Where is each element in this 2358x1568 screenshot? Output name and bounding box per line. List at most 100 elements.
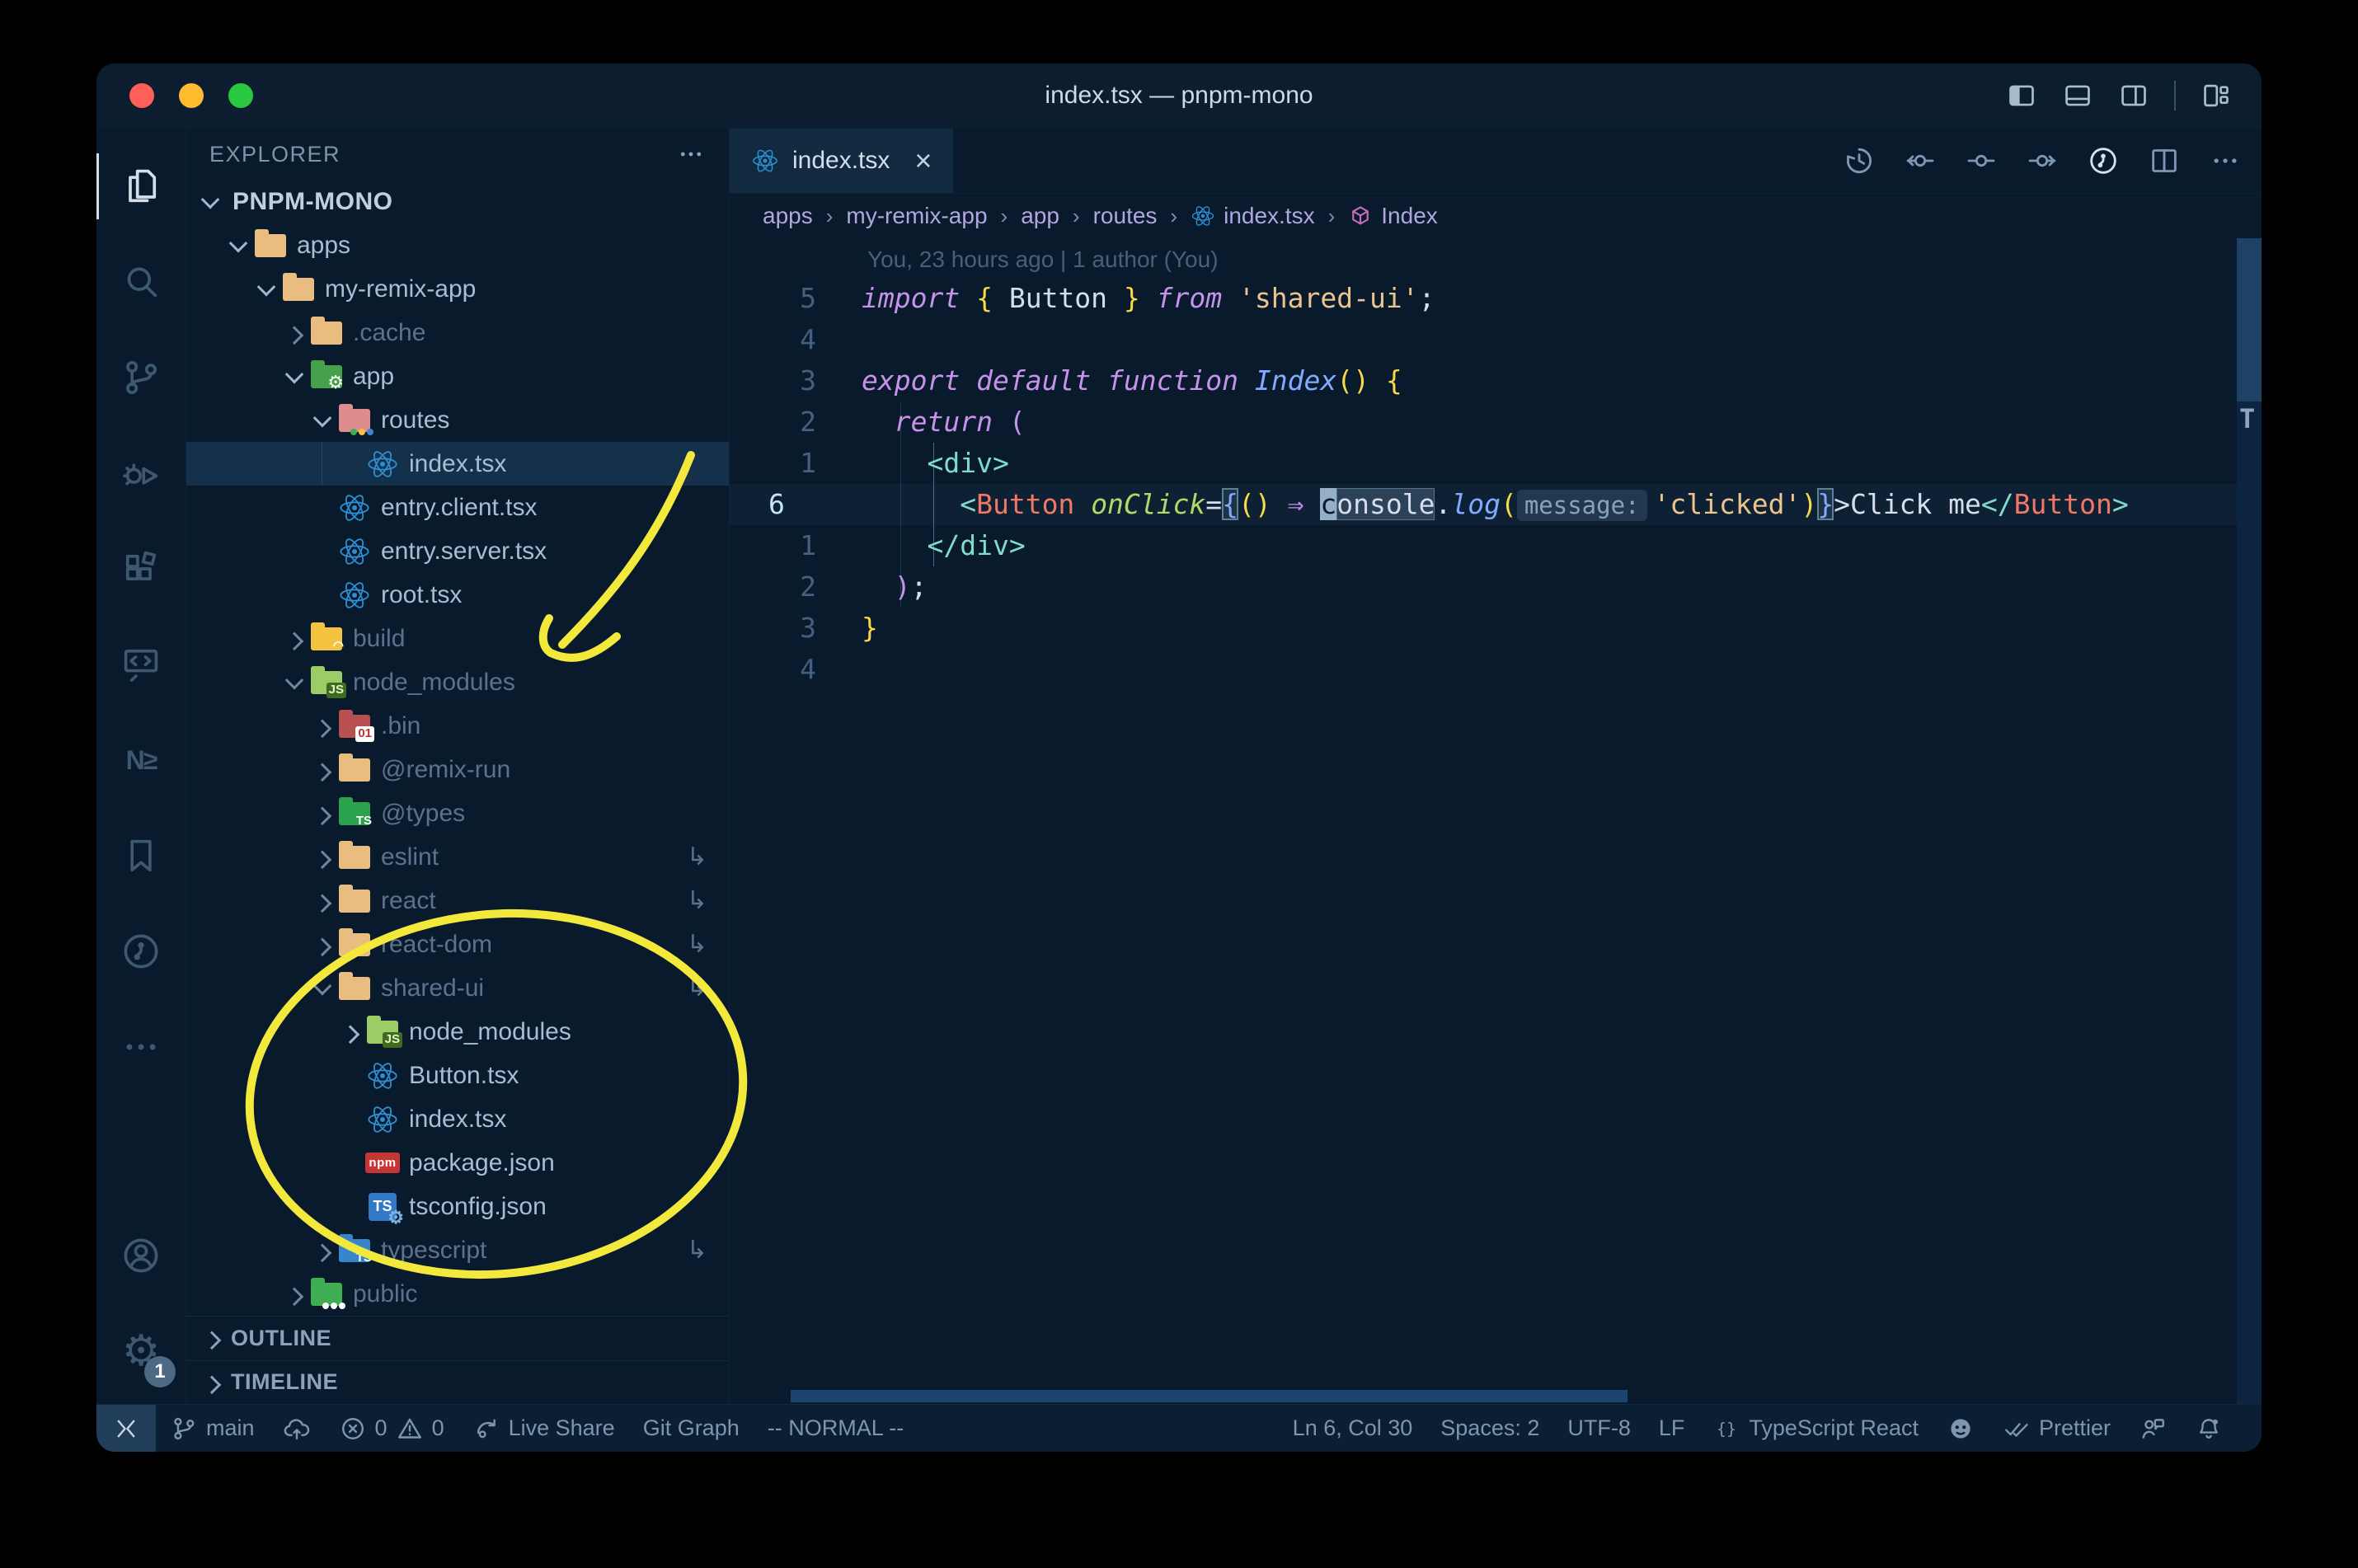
split-editor-icon[interactable] [2148, 144, 2181, 177]
more-actions-icon[interactable] [2209, 144, 2242, 177]
tree-row-routes[interactable]: routes [186, 398, 729, 442]
vertical-scrollbar[interactable]: T [2237, 238, 2262, 1404]
code-editor[interactable]: You, 23 hours ago | 1 author (You) 5 impor… [730, 238, 2262, 1404]
open-changes-next-icon[interactable] [2026, 144, 2059, 177]
close-window-button[interactable] [129, 83, 154, 108]
react-file-icon [338, 579, 371, 612]
breadcrumb-item-apps[interactable]: apps [763, 203, 813, 229]
tree-row--remix-run[interactable]: @remix-run [186, 748, 729, 791]
explorer-icon [120, 165, 162, 208]
outline-section[interactable]: OUTLINE [186, 1316, 729, 1360]
open-changes-icon[interactable] [1965, 144, 1998, 177]
status-indentation[interactable]: Spaces: 2 [1426, 1405, 1553, 1452]
explorer-more-actions-icon[interactable] [676, 139, 706, 169]
activity-accounts[interactable] [96, 1208, 186, 1303]
tree-row--bin[interactable]: 01 .bin [186, 704, 729, 748]
bell-icon [2195, 1415, 2223, 1443]
code-text: import { Button } from 'shared-ui'; [862, 278, 1435, 319]
tree-row--types[interactable]: TS @types [186, 791, 729, 835]
breadcrumb-item-routes[interactable]: routes [1093, 203, 1158, 229]
tree-row-index-tsx[interactable]: index.tsx [186, 442, 729, 486]
status-remote-indicator[interactable] [96, 1405, 156, 1452]
status-problems[interactable]: 00 [325, 1405, 458, 1452]
activity-explorer[interactable] [96, 138, 186, 234]
tree-row-public[interactable]: public [186, 1272, 729, 1316]
status-git-branch[interactable]: main [156, 1405, 269, 1452]
timeline-section[interactable]: TIMELINE [186, 1359, 729, 1405]
tree-row-index-tsx[interactable]: index.tsx [186, 1097, 729, 1141]
folder-icon-nmopen: JS [311, 665, 346, 698]
status-feedback[interactable] [2125, 1405, 2181, 1452]
minimize-window-button[interactable] [179, 83, 204, 108]
toggle-panel-icon[interactable] [2062, 80, 2093, 111]
gitlens-graph-icon[interactable] [2087, 144, 2120, 177]
file-history-icon[interactable] [1843, 144, 1876, 177]
tree-row-node-modules[interactable]: JS node_modules [186, 660, 729, 704]
activity-additional-views[interactable] [96, 999, 186, 1095]
activity-search[interactable] [96, 234, 186, 330]
activity-settings[interactable]: ⚙ 1 [96, 1303, 186, 1399]
breadcrumb-item-app[interactable]: app [1021, 203, 1059, 229]
activity-extensions[interactable] [96, 521, 186, 617]
status-end-of-line[interactable]: LF [1645, 1405, 1699, 1452]
tree-row-pnpm-mono[interactable]: PNPM-MONO [186, 180, 729, 223]
tree-row-react-dom[interactable]: react-dom ↳ [186, 922, 729, 966]
tree-row-eslint[interactable]: eslint ↳ [186, 835, 729, 879]
status-encoding[interactable]: UTF-8 [1553, 1405, 1645, 1452]
activity-nx-console[interactable]: N≥ [96, 712, 186, 808]
activity-remote-explorer[interactable] [96, 617, 186, 712]
tree-row-build[interactable]: ◠ build [186, 617, 729, 660]
breadcrumb-separator: › [1072, 203, 1080, 228]
status-git-graph[interactable]: Git Graph [629, 1405, 754, 1452]
tree-row--cache[interactable]: .cache [186, 311, 729, 354]
tree-row-entry-client-tsx[interactable]: entry.client.tsx [186, 486, 729, 529]
close-tab-icon[interactable]: × [903, 143, 932, 178]
tree-row-typescript[interactable]: TS typescript ↳ [186, 1228, 729, 1272]
status-github[interactable] [1933, 1405, 1989, 1452]
breadcrumb-item-my-remix-app[interactable]: my-remix-app [846, 203, 987, 229]
breadcrumb-separator: › [1000, 203, 1008, 228]
activity-gitlens[interactable] [96, 904, 186, 999]
customize-layout-icon[interactable] [2201, 80, 2232, 111]
tree-row-tsconfig-json[interactable]: TS ⚙ tsconfig.json [186, 1185, 729, 1228]
chevron-down-icon [280, 364, 308, 383]
tree-row-root-tsx[interactable]: root.tsx [186, 573, 729, 617]
tree-row-package-json[interactable]: npm package.json [186, 1141, 729, 1185]
tree-row-shared-ui[interactable]: shared-ui ↳ [186, 966, 729, 1010]
horizontal-scrollbar-slider[interactable] [791, 1390, 1628, 1402]
tree-item-label: Button.tsx [409, 1061, 519, 1089]
tree-row-apps[interactable]: apps [186, 223, 729, 267]
status-vim-mode[interactable]: -- NORMAL -- [754, 1405, 918, 1452]
activity-source-control[interactable] [96, 330, 186, 425]
status-prettier[interactable]: Prettier [1989, 1405, 2125, 1452]
code-token: { [976, 282, 993, 314]
tree-row-app[interactable]: ⚙ app [186, 354, 729, 398]
tree-row-my-remix-app[interactable]: my-remix-app [186, 267, 729, 311]
status-publish-changes[interactable] [269, 1405, 325, 1452]
tree-row-node-modules[interactable]: JS node_modules [186, 1010, 729, 1054]
code-text: </div> [862, 525, 1025, 566]
traffic-lights [129, 63, 253, 128]
tab-index-tsx[interactable]: index.tsx × [730, 129, 954, 193]
tree-row-button-tsx[interactable]: Button.tsx [186, 1054, 729, 1097]
open-changes-previous-icon[interactable] [1904, 144, 1937, 177]
status-live-share[interactable]: Live Share [458, 1405, 629, 1452]
toggle-primary-sidebar-icon[interactable] [2006, 80, 2037, 111]
vertical-scrollbar-slider[interactable] [2237, 238, 2262, 401]
tree-row-react[interactable]: react ↳ [186, 879, 729, 922]
folder-icon-tan [339, 840, 370, 869]
breadcrumb-item-index[interactable]: Index [1348, 203, 1438, 229]
activity-bookmarks[interactable] [96, 808, 186, 904]
activity-run-and-debug[interactable] [96, 425, 186, 521]
status-notifications[interactable] [2181, 1405, 2237, 1452]
breadcrumb-item-index-tsx[interactable]: index.tsx [1191, 203, 1315, 229]
code-line: 1 </div> [730, 525, 2237, 566]
status-cursor-position[interactable]: Ln 6, Col 30 [1279, 1405, 1427, 1452]
toggle-secondary-sidebar-icon[interactable] [2118, 80, 2149, 111]
status-language-mode[interactable]: {} TypeScript React [1698, 1405, 1933, 1452]
breadcrumb-separator: › [825, 203, 834, 228]
status-label: Prettier [2038, 1415, 2111, 1440]
line-number: 2 [800, 406, 816, 438]
zoom-window-button[interactable] [228, 83, 253, 108]
tree-row-entry-server-tsx[interactable]: entry.server.tsx [186, 529, 729, 573]
